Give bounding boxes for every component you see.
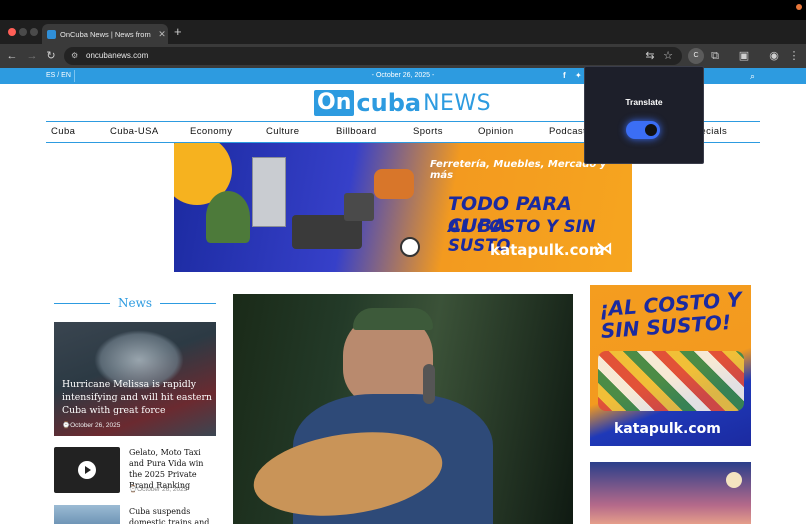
microphone [423, 364, 435, 404]
divider [74, 70, 75, 82]
account-icon[interactable]: ◉ [766, 48, 782, 64]
nav-item-sports[interactable]: Sports [413, 126, 443, 137]
site-date: - October 26, 2025 - [371, 72, 435, 79]
notification-dot-icon [796, 4, 802, 10]
minimize-window-button[interactable] [19, 28, 27, 36]
site-settings-icon[interactable]: ⚙ [71, 47, 78, 65]
search-icon[interactable]: ⌕ [750, 68, 755, 84]
news-card-thumbnail[interactable] [54, 447, 120, 493]
news-card-featured[interactable]: Hurricane Melissa is rapidly intensifyin… [54, 322, 216, 436]
nav-item-cuba-usa[interactable]: Cuba-USA [110, 126, 159, 137]
new-tab-button[interactable]: + [174, 25, 182, 39]
close-window-button[interactable] [8, 28, 16, 36]
nav-item-culture[interactable]: Culture [266, 126, 299, 137]
twitter-icon[interactable]: ✦ [575, 68, 582, 84]
banner-brand: katapulk.com [490, 241, 605, 259]
menu-kebab-icon[interactable]: ⋮ [786, 48, 802, 64]
extensions-puzzle-icon[interactable]: ⧉ [707, 48, 723, 64]
translate-toggle[interactable] [626, 121, 660, 139]
side-ad-headline: ¡AL COSTO Y SIN SUSTO! [598, 287, 743, 344]
tab-title: OnCuba News | News from C [60, 29, 152, 39]
extension-c-icon[interactable]: C [688, 48, 704, 64]
toggle-knob [645, 124, 657, 136]
translate-label: Translate [625, 97, 663, 107]
news-card-date: ⌚October 26, 2025 [62, 422, 121, 429]
close-tab-icon[interactable]: ✕ [156, 29, 168, 40]
site-logo[interactable]: On cuba NEWS [314, 88, 491, 118]
news-card-thumbnail[interactable] [54, 505, 120, 524]
window-titlebar [0, 0, 806, 20]
nav-item-podcast[interactable]: Podcast [549, 126, 586, 137]
news-card-date: ⌚October 26, 2025 [129, 486, 188, 493]
nav-item-opinion[interactable]: Opinion [478, 126, 514, 137]
bookmark-star-icon[interactable]: ☆ [660, 48, 676, 64]
url-text: oncubanews.com [86, 51, 149, 60]
language-switch[interactable]: ES / EN [46, 68, 71, 84]
favicon-icon [47, 29, 56, 39]
reload-icon[interactable]: ↻ [43, 48, 59, 64]
nav-item-billboard[interactable]: Billboard [336, 126, 377, 137]
side-ad-brand: katapulk.com [614, 421, 721, 437]
translate-popup: Translate [584, 66, 704, 164]
nav-item-economy[interactable]: Economy [190, 126, 232, 137]
translate-icon[interactable]: ⇆ [642, 48, 658, 64]
featured-article-image[interactable] [233, 294, 573, 524]
nav-item-cuba[interactable]: Cuba [51, 126, 75, 137]
back-arrow-icon[interactable]: ← [4, 48, 20, 64]
news-section-title: News [118, 296, 153, 310]
moon-icon [726, 472, 742, 488]
maximize-window-button[interactable] [30, 28, 38, 36]
play-icon[interactable] [78, 461, 96, 479]
news-card-title[interactable]: Hurricane Melissa is rapidly intensifyin… [62, 378, 212, 417]
news-card-title[interactable]: Cuba suspends domestic trains and the [129, 506, 217, 524]
banner-products-image [204, 153, 420, 265]
katapulk-logo-icon: ⋊ [596, 239, 613, 259]
side-ad-secondary[interactable] [590, 462, 751, 524]
banner-ad[interactable]: Ferretería, Muebles, Mercado y más TODO … [174, 143, 632, 272]
cap [353, 308, 433, 330]
logo-news: NEWS [423, 90, 492, 116]
address-bar[interactable]: ⚙ oncubanews.com [64, 47, 682, 65]
side-ad-products-image [598, 351, 744, 411]
browser-tab[interactable]: OnCuba News | News from C ✕ [42, 24, 168, 44]
logo-on: On [314, 90, 355, 116]
facebook-icon[interactable]: f [563, 68, 566, 84]
side-ad[interactable]: ¡AL COSTO Y SIN SUSTO! katapulk.com [590, 285, 751, 446]
side-panel-icon[interactable]: ▣ [736, 48, 752, 64]
logo-cuba: cuba [356, 89, 422, 117]
forward-arrow-icon[interactable]: → [24, 48, 40, 64]
